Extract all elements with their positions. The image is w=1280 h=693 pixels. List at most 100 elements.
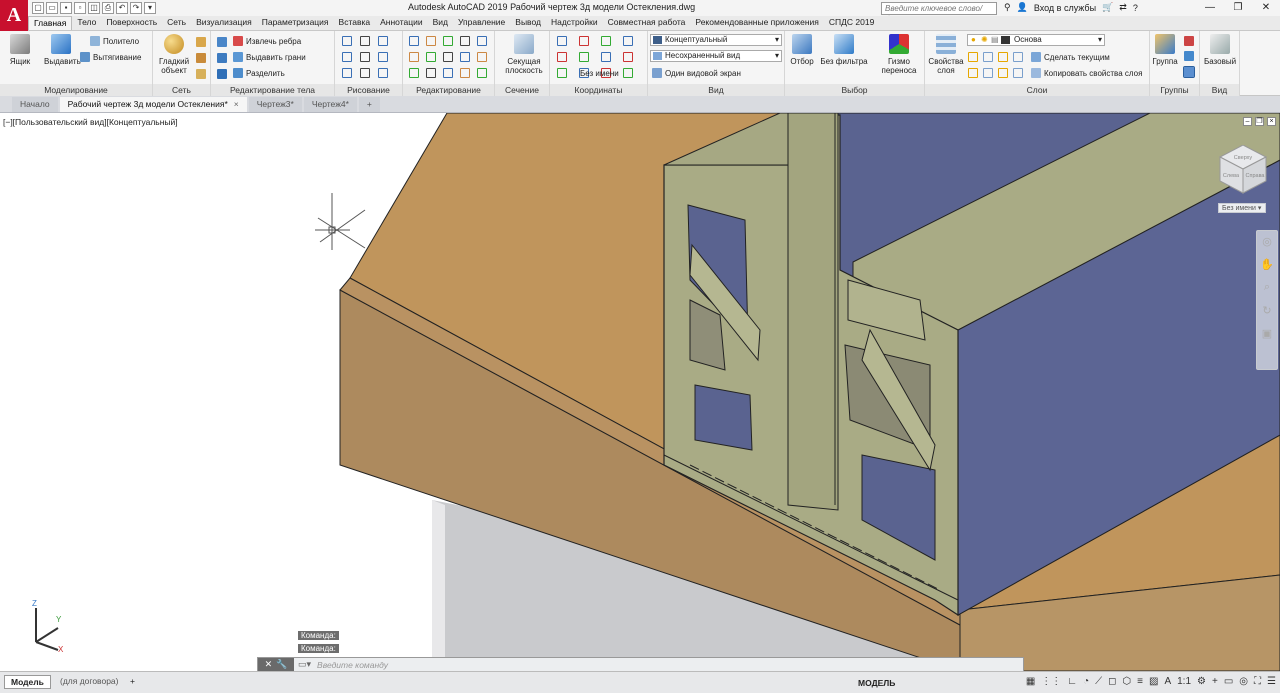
modify-icon-7[interactable] <box>426 52 436 62</box>
plot-icon[interactable]: ⎙ <box>102 2 114 14</box>
layer-tool-icon-4[interactable] <box>1013 52 1023 62</box>
single-viewport-button[interactable]: Один видовой экран <box>652 67 741 79</box>
layer-tool-icon-5[interactable] <box>968 68 978 78</box>
ribbon-tab[interactable]: Вид <box>428 16 453 30</box>
workspace-gear-icon[interactable]: ⚙ <box>1197 676 1206 687</box>
ribbon-tab[interactable]: Сеть <box>162 16 191 30</box>
close-command-icon[interactable]: ✕ <box>265 659 273 670</box>
viewcube[interactable]: Сверху Слева Справа Без имени ▾ <box>1218 144 1268 213</box>
base-view-button[interactable]: Базовый <box>1202 34 1238 66</box>
zoom-icon[interactable]: ⌕ <box>1257 281 1277 294</box>
ribbon-tab[interactable]: Визуализация <box>191 16 257 30</box>
model-scene[interactable] <box>0 113 1280 671</box>
extrude-faces-button[interactable]: Выдавить грани <box>233 51 306 63</box>
no-filter-button[interactable]: Без фильтра <box>819 34 869 66</box>
close-button[interactable]: ✕ <box>1252 0 1280 16</box>
modify-icon-4[interactable] <box>460 36 470 46</box>
draw-icon-6[interactable] <box>378 52 388 62</box>
ortho-icon[interactable]: ∟ <box>1067 676 1077 687</box>
ribbon-tab[interactable]: Надстройки <box>546 16 603 30</box>
document-tab[interactable]: Чертеж4* <box>303 97 357 112</box>
autocad-logo-button[interactable]: A <box>0 0 28 31</box>
save-as-icon[interactable]: ▫ <box>74 2 86 14</box>
layer-select[interactable]: ● ✺ ▤ Основа <box>967 34 1105 46</box>
command-line[interactable]: ✕ 🔧 ▭▾ Введите команду <box>257 657 1024 671</box>
restore-button[interactable]: ❐ <box>1224 0 1252 16</box>
subtract-icon[interactable] <box>217 53 227 63</box>
extract-edges-button[interactable]: Извлечь ребра <box>233 35 301 47</box>
extrude-button[interactable]: Выдавить <box>44 34 81 66</box>
polysolid-button[interactable]: Политело <box>90 35 139 47</box>
ribbon-tab[interactable]: Параметризация <box>257 16 334 30</box>
ucs-name[interactable]: Без имени <box>580 67 619 79</box>
model-space-toggle[interactable]: МОДЕЛЬ <box>858 678 895 688</box>
units-icon[interactable]: ▭ <box>1224 676 1233 687</box>
orbit-icon[interactable]: ↻ <box>1257 304 1277 317</box>
drawing-viewport[interactable]: [−][Пользовательский вид][Концептуальный… <box>0 113 1280 671</box>
panel-label-modify[interactable]: Редактирование <box>403 84 494 96</box>
ribbon-tab[interactable]: Тело <box>72 16 101 30</box>
customize-command-icon[interactable]: 🔧 <box>276 659 287 670</box>
draw-icon-2[interactable] <box>360 36 370 46</box>
modify-icon-13[interactable] <box>443 68 453 78</box>
panel-label-view2[interactable]: Вид <box>1200 84 1239 96</box>
osnap-icon[interactable]: ◻ <box>1108 676 1116 687</box>
separate-button[interactable]: Разделить <box>233 67 285 79</box>
draw-icon-3[interactable] <box>378 36 388 46</box>
open-file-icon[interactable]: ▭ <box>46 2 58 14</box>
modify-icon-2[interactable] <box>426 36 436 46</box>
modify-icon-3[interactable] <box>443 36 453 46</box>
isodraft-icon[interactable]: ⟋ <box>1095 676 1102 687</box>
customization-icon[interactable]: ☰ <box>1267 676 1276 687</box>
mesh-icon-2[interactable] <box>196 53 206 63</box>
ribbon-tab[interactable]: Рекомендованные приложения <box>690 16 823 30</box>
lineweight-icon[interactable]: ≡ <box>1137 676 1143 687</box>
panel-label-layers[interactable]: Слои <box>925 84 1149 96</box>
model-tab[interactable]: Модель <box>4 675 51 689</box>
new-file-icon[interactable]: ▢ <box>32 2 44 14</box>
qat-dropdown-icon[interactable]: ▾ <box>144 2 156 14</box>
ucs-icon-2[interactable] <box>579 36 589 46</box>
ucs-icon-1[interactable] <box>557 36 567 46</box>
binoculars-icon[interactable]: ⚲ <box>1004 2 1011 13</box>
layer-tool-icon-6[interactable] <box>983 68 993 78</box>
vp-close-icon[interactable]: × <box>1267 117 1276 126</box>
layer-properties-button[interactable]: Свойства слоя <box>927 34 965 75</box>
match-layer-button[interactable]: Копировать свойства слоя <box>1031 67 1142 79</box>
ribbon-tab[interactable]: Главная <box>28 16 73 30</box>
save-icon[interactable]: ▪ <box>60 2 72 14</box>
modify-icon-12[interactable] <box>426 68 436 78</box>
panel-label-section[interactable]: Сечение <box>495 84 549 96</box>
showmotion-icon[interactable]: ▣ <box>1257 327 1277 340</box>
ucs-icon-8[interactable] <box>623 52 633 62</box>
undo-icon[interactable]: ↶ <box>116 2 128 14</box>
ribbon-tab[interactable]: Совместная работа <box>603 16 691 30</box>
draw-icon-8[interactable] <box>360 68 370 78</box>
smooth-object-button[interactable]: Гладкий объект <box>157 34 191 75</box>
panel-label-coords[interactable]: Координаты <box>550 84 647 96</box>
scale-label[interactable]: 1:1 <box>1177 676 1191 687</box>
help-icon[interactable]: ? <box>1133 3 1138 13</box>
vp-restore-icon[interactable]: ❐ <box>1255 117 1264 126</box>
draw-icon-9[interactable] <box>378 68 388 78</box>
ucs-icon-4[interactable] <box>623 36 633 46</box>
section-plane-button[interactable]: Секущая плоскость <box>503 34 545 75</box>
panel-label-view[interactable]: Вид <box>648 84 784 96</box>
pan-icon[interactable]: ✋ <box>1257 258 1277 271</box>
modify-icon-15[interactable] <box>477 68 487 78</box>
redo-icon[interactable]: ↷ <box>130 2 142 14</box>
panel-label-mesh[interactable]: Сеть <box>153 84 210 96</box>
ucs-icon-7[interactable] <box>601 52 611 62</box>
saved-view-select[interactable]: Несохраненный вид <box>650 50 782 62</box>
union-icon[interactable] <box>217 37 227 47</box>
group-select-icon[interactable] <box>1183 66 1195 78</box>
grid-icon[interactable]: ▦ <box>1026 676 1035 687</box>
ribbon-tab[interactable]: Аннотации <box>375 16 428 30</box>
layer-tool-icon-1[interactable] <box>968 52 978 62</box>
fullscreen-icon[interactable]: ⛶ <box>1254 676 1261 687</box>
isolate-icon[interactable]: ◎ <box>1239 676 1248 687</box>
layout-tab[interactable]: (для договора) <box>54 675 124 689</box>
ungroup-icon[interactable] <box>1184 36 1194 46</box>
ribbon-tab[interactable]: Вывод <box>510 16 546 30</box>
add-layout-button[interactable]: + <box>124 675 141 689</box>
